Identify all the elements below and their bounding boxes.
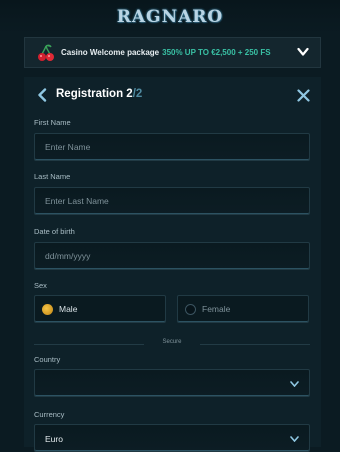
radio-unselected-icon	[185, 303, 196, 315]
last-name-field[interactable]	[34, 187, 310, 215]
page-title: Registration 2/2	[56, 88, 142, 100]
country-label: Country	[34, 355, 61, 364]
sex-option-label: Male	[59, 304, 78, 314]
step-total: /2	[132, 88, 143, 100]
country-select[interactable]	[34, 369, 310, 397]
dob-input[interactable]	[35, 243, 309, 269]
panel-header: Registration 2/2	[24, 77, 321, 113]
back-arrow-icon[interactable]	[37, 88, 47, 102]
dob-label: Date of birth	[34, 227, 75, 236]
divider-line	[200, 344, 310, 345]
brand-logo[interactable]: RAGNARO	[117, 7, 224, 27]
promo-label: Casino Welcome package	[61, 48, 160, 57]
chevron-down-icon	[290, 381, 299, 387]
top-bar: RAGNARO	[0, 0, 340, 34]
last-name-input[interactable]	[35, 188, 309, 214]
promo-highlight: 350% UP TO €2,500 + 250 FS	[162, 48, 271, 57]
currency-select[interactable]: Euro	[34, 424, 310, 452]
radio-selected-icon	[42, 303, 53, 315]
sex-option-male[interactable]: Male	[34, 295, 166, 323]
chevron-down-icon[interactable]	[297, 47, 309, 57]
sex-option-female[interactable]: Female	[177, 295, 309, 323]
first-name-input[interactable]	[35, 134, 309, 160]
registration-panel: Registration 2/2 First Name Last Name Da…	[24, 77, 321, 452]
secure-divider: Secure	[34, 339, 310, 349]
close-icon[interactable]	[297, 89, 310, 102]
currency-label: Currency	[34, 410, 65, 419]
promo-banner[interactable]: Casino Welcome package 350% UP TO €2,500…	[24, 37, 321, 68]
sex-label: Sex	[34, 281, 47, 290]
currency-value: Euro	[45, 434, 63, 444]
first-name-label: First Name	[34, 118, 71, 127]
first-name-field[interactable]	[34, 133, 310, 161]
sex-option-label: Female	[202, 304, 231, 314]
last-name-label: Last Name	[34, 172, 71, 181]
title-text: Registration 2	[56, 88, 133, 100]
cherry-icon	[38, 44, 54, 61]
dob-field[interactable]	[34, 242, 310, 270]
chevron-down-icon	[290, 436, 299, 442]
